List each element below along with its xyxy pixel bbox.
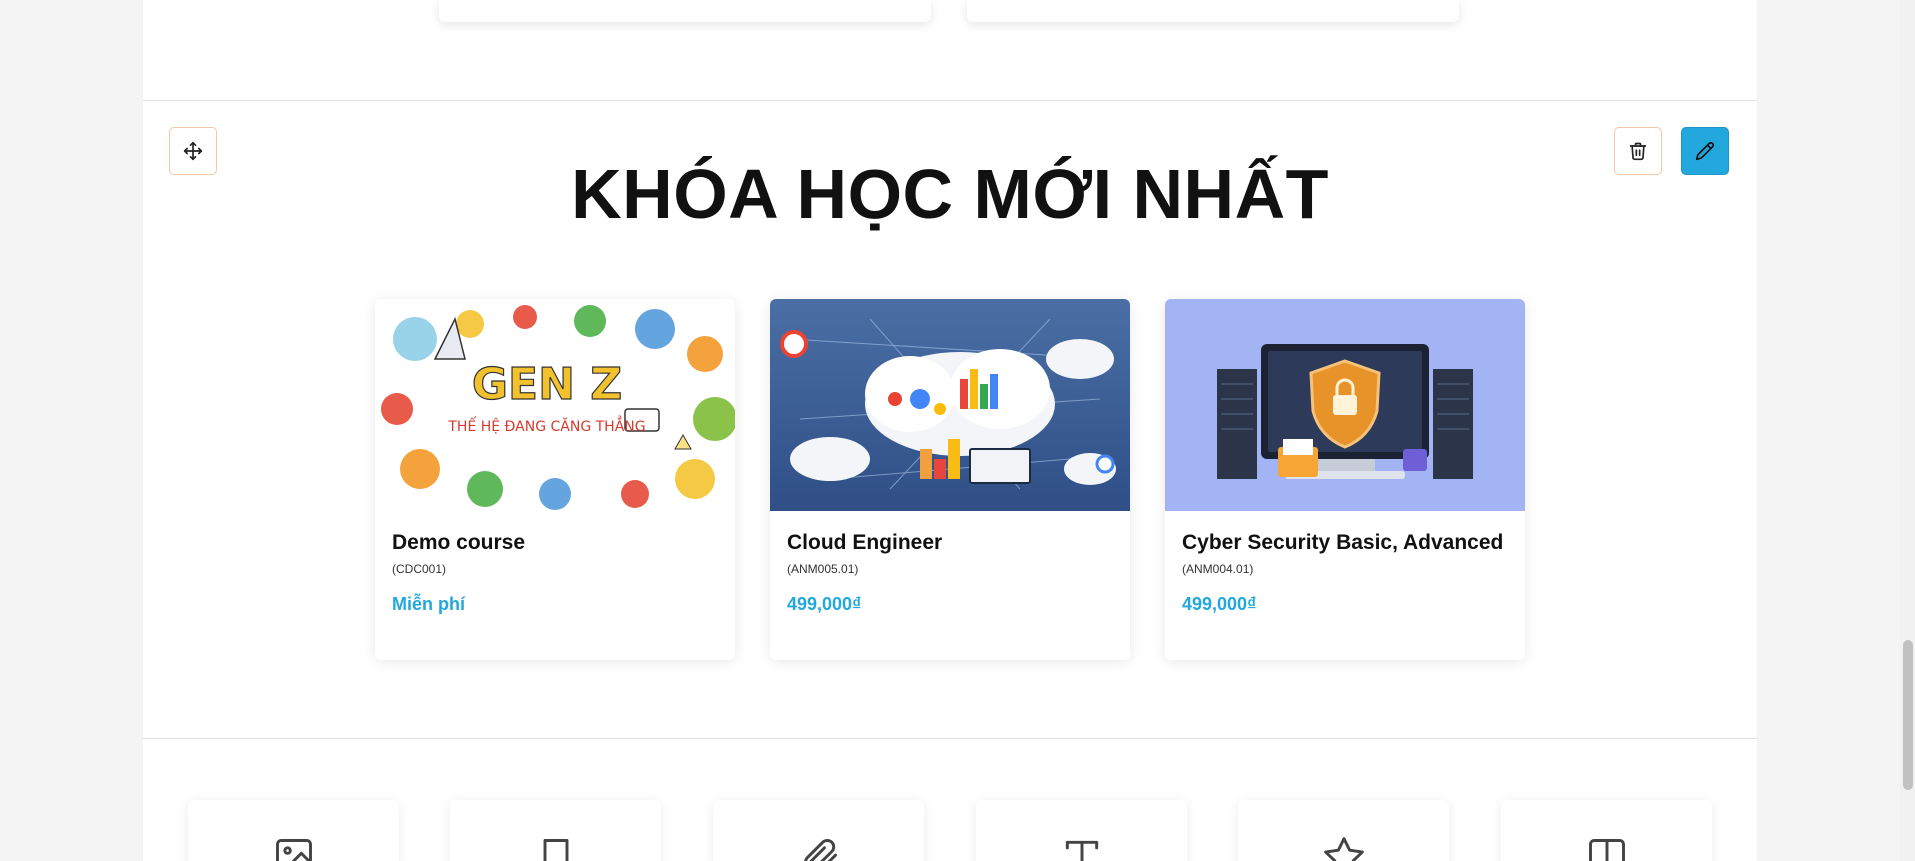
section-title: KHÓA HỌC MỚI NHẤT: [571, 155, 1329, 233]
page-canvas: KHÓA HỌC MỚI NHẤT GEN Z THẾ HỆ ĐANG CĂNG…: [143, 0, 1757, 861]
columns-icon: [1588, 839, 1625, 861]
course-code: (ANM004.01): [1182, 562, 1254, 576]
course-name[interactable]: Demo course: [392, 529, 718, 556]
course-code: (ANM005.01): [787, 562, 859, 576]
paperclip-icon: [803, 839, 837, 861]
bookmark-icon: [543, 839, 568, 861]
course-price: 499,000₫: [787, 594, 862, 614]
course-name[interactable]: Cyber Security Basic, Advanced: [1182, 529, 1508, 556]
widget-attachment-button[interactable]: [713, 800, 924, 861]
course-price: Miễn phí: [392, 594, 465, 614]
course-price: 499,000₫: [1182, 594, 1257, 614]
page-scrollbar-thumb[interactable]: [1903, 640, 1913, 790]
course-code: (CDC001): [392, 562, 447, 576]
widget-text-button[interactable]: [976, 800, 1187, 861]
course-card[interactable]: Cyber Security Basic, Advanced (ANM004.0…: [1165, 299, 1525, 660]
widget-columns-button[interactable]: [1501, 800, 1712, 861]
image-subtitle-text: THẾ HỆ ĐANG CĂNG THẲNG: [447, 416, 645, 435]
widget-rating-button[interactable]: [1238, 800, 1449, 861]
previous-section-card: [439, 0, 931, 22]
text-icon: [1065, 840, 1098, 861]
section-divider: [143, 100, 1757, 101]
star-icon: [1323, 837, 1364, 861]
image-icon: [275, 839, 312, 861]
widget-image-button[interactable]: [188, 800, 399, 861]
course-thumbnail: [770, 299, 1130, 511]
course-card[interactable]: Cloud Engineer (ANM005.01) 499,000₫: [770, 299, 1130, 660]
image-title-text: GEN Z: [472, 359, 622, 410]
previous-section-card: [967, 0, 1459, 22]
course-thumbnail: [1165, 299, 1525, 511]
course-thumbnail: GEN Z THẾ HỆ ĐANG CĂNG THẲNG: [375, 299, 735, 511]
course-name[interactable]: Cloud Engineer: [787, 529, 1113, 556]
widget-bookmark-button[interactable]: [450, 800, 661, 861]
section-divider: [143, 738, 1757, 739]
course-card[interactable]: GEN Z THẾ HỆ ĐANG CĂNG THẲNG Demo course…: [375, 299, 735, 660]
